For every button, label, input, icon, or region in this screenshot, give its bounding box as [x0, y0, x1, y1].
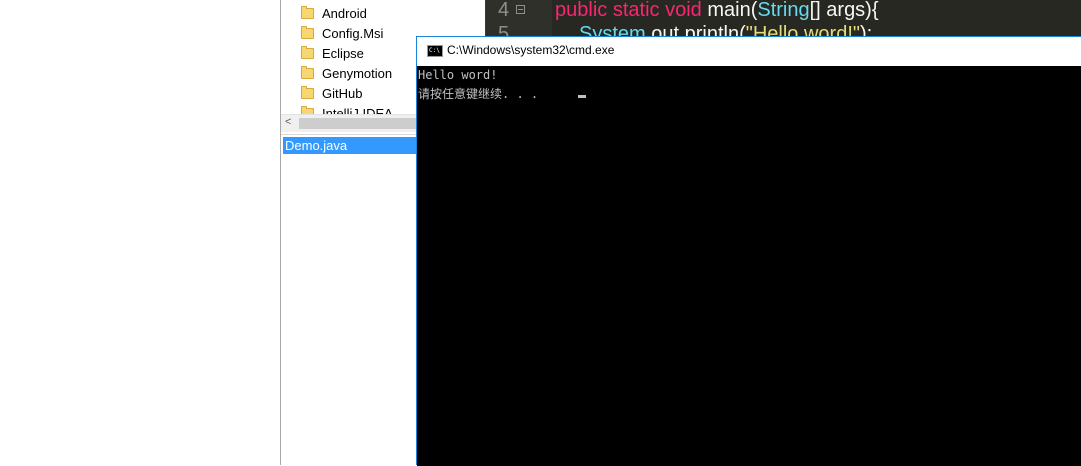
tree-item-label: Genymotion [322, 65, 393, 81]
folder-icon [301, 45, 314, 59]
code-editor[interactable]: 4 5 public static void main(String[] arg… [485, 0, 1081, 40]
tree-item-eclipse[interactable]: Eclipse [301, 43, 364, 63]
folder-icon [301, 65, 314, 79]
console-line: Hello word! [418, 68, 498, 82]
cmd-app-icon: C:\ [427, 45, 443, 57]
folder-icon [301, 25, 314, 39]
fold-toggle-icon[interactable] [516, 5, 525, 14]
tree-item-github[interactable]: GitHub [301, 83, 362, 103]
cursor-caret [578, 95, 586, 98]
line-gutter: 4 5 [486, 0, 552, 40]
window-title: C:\Windows\system32\cmd.exe [447, 43, 615, 57]
keyword: void [665, 0, 702, 21]
tree-horizontal-scrollbar[interactable]: < [281, 114, 418, 132]
method-name: main( [707, 0, 758, 21]
tree-item-intellij-idea[interactable]: IntelliJ IDEA [301, 103, 393, 114]
cmd-window[interactable]: C:\ C:\Windows\system32\cmd.exe Hello wo… [416, 36, 1081, 466]
folder-icon [301, 85, 314, 99]
scroll-left-arrow-icon[interactable]: < [285, 116, 291, 128]
tree-item-label: Eclipse [322, 45, 364, 61]
tree-item-config-msi[interactable]: Config.Msi [301, 23, 383, 43]
keyword: static [612, 0, 660, 21]
folder-icon [301, 5, 314, 19]
file-list: Demo.java [281, 134, 418, 465]
tree-item-label: GitHub [322, 85, 363, 101]
line-number: 4 [498, 0, 510, 21]
code-text: [] args){ [809, 0, 879, 21]
console-line: 请按任意键继续. . . [418, 87, 539, 101]
cmd-title-bar[interactable]: C:\ C:\Windows\system32\cmd.exe [417, 37, 1081, 66]
folder-tree: Android Config.Msi Eclipse Genymotion Gi… [281, 0, 418, 114]
tree-item-label: IntelliJ IDEA [322, 105, 393, 115]
tree-item-android[interactable]: Android [301, 3, 367, 23]
file-tree-panel: Android Config.Msi Eclipse Genymotion Gi… [280, 0, 418, 465]
file-item-selected[interactable]: Demo.java [283, 137, 417, 154]
tree-item-genymotion[interactable]: Genymotion [301, 63, 392, 83]
keyword: public [555, 0, 608, 21]
scroll-thumb[interactable] [299, 118, 418, 129]
console-output[interactable]: Hello word! 请按任意键继续. . . [417, 66, 1081, 466]
tree-item-label: Config.Msi [322, 25, 384, 41]
type-name: String [757, 0, 810, 21]
tree-item-label: Android [322, 5, 367, 21]
code-line-4: public static void main(String[] args){ [555, 0, 879, 22]
